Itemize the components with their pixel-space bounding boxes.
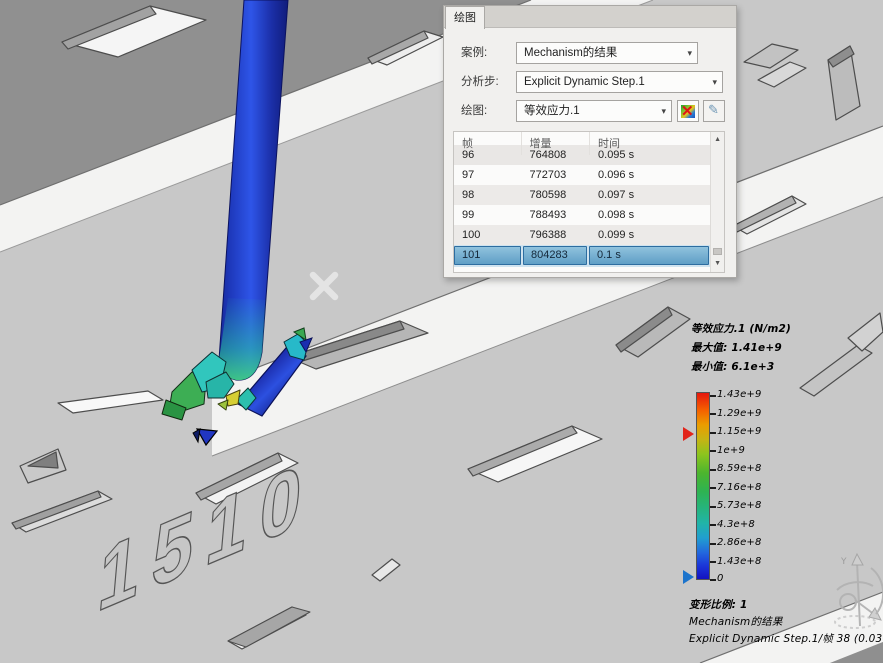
result-name-label: Mechanism的结果 [689, 614, 783, 629]
frame-info-label: Explicit Dynamic Step.1/帧 38 (0.037 s) [689, 631, 883, 646]
legend-tick-mark [710, 395, 716, 397]
legend-tick-label: 7.16e+8 [717, 482, 762, 493]
table-row[interactable]: 96 764808 0.095 s [454, 145, 710, 165]
legend-tick-label: 8.59e+8 [717, 463, 762, 474]
plot-label: 绘图: [461, 100, 487, 122]
cell-frame: 97 [454, 165, 522, 185]
legend-tick-mark [710, 524, 716, 526]
plot-select[interactable]: 等效应力.1 ▾ [516, 100, 672, 122]
cell-increment: 764808 [522, 145, 591, 165]
remove-plot-button[interactable]: ✕ [677, 100, 699, 122]
table-row[interactable]: 99 788493 0.098 s [454, 205, 710, 225]
plot-dialog: 绘图 案例: Mechanism的结果 ▾ 分析步: Explicit Dyna… [443, 5, 737, 278]
legend-max-value: 最大值: 1.41e+9 [691, 340, 782, 355]
chevron-down-icon: ▾ [661, 101, 666, 121]
legend-tick-mark [710, 543, 716, 545]
scrollbar-thumb[interactable] [713, 248, 722, 255]
cell-time: 0.098 s [590, 205, 710, 225]
legend-tick-label: 1.15e+9 [717, 426, 762, 437]
case-label: 案例: [461, 42, 487, 64]
legend-tick-mark [710, 579, 716, 581]
table-row[interactable]: 98 780598 0.097 s [454, 185, 710, 205]
triad-y-axis-label: Y [840, 557, 847, 567]
cell-frame: 99 [454, 205, 522, 225]
scroll-down-arrow-icon[interactable]: ▼ [711, 258, 724, 270]
step-label: 分析步: [461, 71, 499, 93]
legend-tick-label: 1.43e+9 [717, 389, 762, 400]
cell-increment: 796388 [522, 225, 591, 245]
cell-increment: 780598 [522, 185, 591, 205]
legend-tick-mark [710, 432, 716, 434]
cell-time: 0.1 s [589, 246, 709, 265]
cell-time: 0.099 s [590, 225, 710, 245]
plot-select-value: 等效应力.1 [524, 105, 580, 117]
cell-frame: 98 [454, 185, 522, 205]
cell-frame: 101 [454, 246, 521, 265]
legend-tick-mark [710, 469, 716, 471]
legend-tick-label: 5.73e+8 [717, 500, 762, 511]
legend-tick-mark [710, 413, 716, 415]
table-row-selected[interactable]: 101 804283 0.1 s [454, 245, 710, 267]
cell-time: 0.095 s [590, 145, 710, 165]
cell-increment: 788493 [522, 205, 591, 225]
deformation-scale-label: 变形比例: 1 [689, 597, 748, 612]
legend-tick-mark [710, 487, 716, 489]
chevron-down-icon: ▾ [712, 72, 717, 92]
cell-frame: 100 [454, 225, 522, 245]
case-select[interactable]: Mechanism的结果 ▾ [516, 42, 698, 64]
table-row[interactable]: 100 796388 0.099 s [454, 225, 710, 245]
scroll-up-arrow-icon[interactable]: ▲ [711, 134, 724, 146]
table-row[interactable]: 97 772703 0.096 s [454, 165, 710, 185]
dialog-tab-strip [444, 6, 736, 28]
pencil-icon: ✎ [708, 102, 719, 118]
cell-time: 0.096 s [590, 165, 710, 185]
legend-tick-label: 4.3e+8 [717, 519, 755, 530]
legend-title: 等效应力.1 (N/m2) [691, 321, 791, 336]
legend-tick-label: 0 [717, 573, 724, 584]
cell-time: 0.097 s [590, 185, 710, 205]
case-select-value: Mechanism的结果 [524, 47, 617, 59]
legend-min-value: 最小值: 6.1e+3 [691, 359, 774, 374]
red-x-icon: ✕ [681, 102, 694, 122]
table-scrollbar[interactable]: ▲ ▼ [710, 132, 724, 272]
analysis-step-select[interactable]: Explicit Dynamic Step.1 ▾ [516, 71, 723, 93]
edit-plot-button[interactable]: ✎ [703, 100, 725, 122]
cell-frame: 96 [454, 145, 522, 165]
legend-max-marker [683, 427, 694, 441]
legend-tick-mark [710, 561, 716, 563]
legend-tick-label: 2.86e+8 [717, 537, 762, 548]
legend-tick-label: 1.43e+8 [717, 556, 762, 567]
legend-tick-label: 1.29e+9 [717, 408, 762, 419]
legend-tick-label: 1e+9 [717, 445, 745, 456]
frame-table: 帧 增量 时间 96 764808 0.095 s 97 772703 0.09… [453, 131, 725, 273]
cell-increment: 772703 [522, 165, 591, 185]
cell-increment: 804283 [523, 246, 587, 265]
legend-color-bar [696, 392, 710, 580]
chevron-down-icon: ▾ [687, 43, 692, 63]
legend-min-marker [683, 570, 694, 584]
app-window: 1510 [0, 0, 883, 663]
tab-plot[interactable]: 绘图 [445, 6, 485, 29]
legend-tick-mark [710, 506, 716, 508]
step-select-value: Explicit Dynamic Step.1 [524, 76, 645, 88]
legend-tick-mark [710, 450, 716, 452]
